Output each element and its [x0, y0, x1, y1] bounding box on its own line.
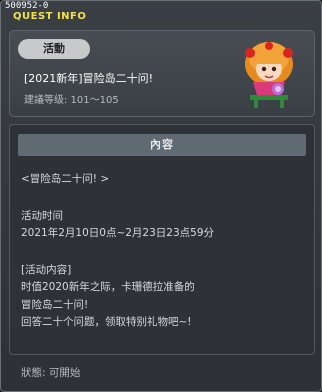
window-title: QUEST INFO — [13, 11, 87, 22]
content-line-period: 2021年2月10日0点~2月23日23点59分 — [21, 227, 215, 239]
quest-header-panel: 活動 [2021新年]冒险岛二十问! 建議等级: 101～105 — [9, 30, 315, 117]
event-badge: 活動 — [18, 39, 90, 59]
content-heading: 內容 — [18, 134, 306, 156]
content-line-desc-2: 冒险岛二十问! — [21, 299, 89, 311]
quest-info-window: 500952-0 QUEST INFO 活動 [2021新年]冒险岛二十问! 建… — [0, 0, 322, 392]
content-line-desc-3: 回答二十个问题，领取特别礼物吧~! — [21, 316, 192, 328]
npc-portrait-icon — [245, 42, 293, 108]
quest-name: [2021新年]冒险岛二十问! — [24, 72, 153, 85]
title-bar[interactable]: 500952-0 QUEST INFO — [1, 1, 321, 25]
content-line-title: <冒险岛二十问! > — [21, 173, 110, 185]
recommended-level: 建議等级: 101～105 — [24, 95, 119, 106]
content-line-desc-1: 时值2020新年之际，卡珊德拉准备的 — [21, 281, 195, 293]
content-line-period-label: 活动时间 — [21, 210, 63, 222]
quest-id: 500952-0 — [5, 1, 49, 11]
content-line-details-label: [活动内容] — [21, 264, 72, 276]
quest-status: 狀態: 可開始 — [21, 367, 81, 379]
